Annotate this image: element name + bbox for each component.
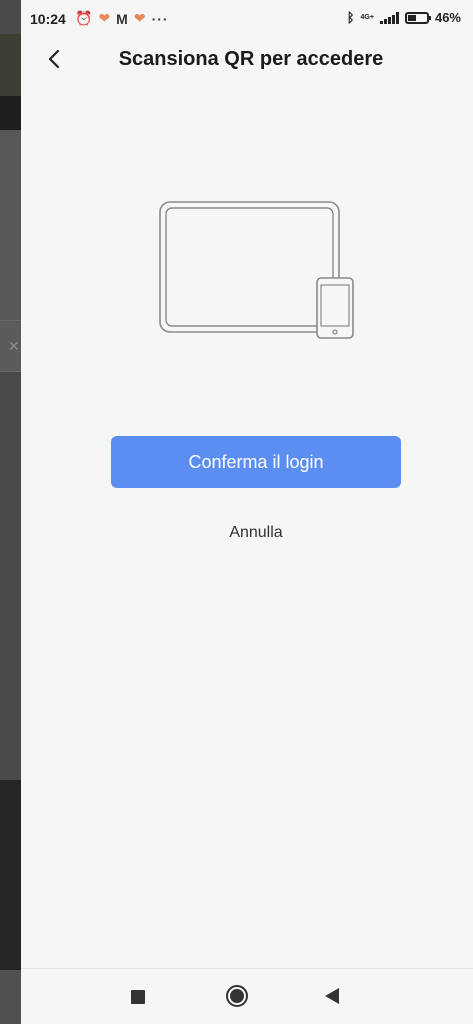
battery-icon [404, 11, 431, 24]
more-icon: ··· [151, 10, 169, 27]
login-panel [21, 0, 473, 1024]
status-time: 10:24 [30, 11, 66, 27]
recents-icon[interactable] [131, 990, 145, 1004]
background-page-edge: ✕ [0, 0, 21, 1024]
heart-icon: ❤ [98, 10, 111, 26]
heart-icon: ❤ [133, 10, 146, 26]
battery-percent: 46% [434, 10, 461, 25]
gmail-icon: M [116, 10, 128, 27]
network-type: 4G+ [360, 14, 374, 21]
screen: ✕ 10:24 ⏰ ❤ M ❤ ··· ᛒ 4G+ 46% Scansiona … [0, 0, 473, 1024]
signal-icon [379, 11, 399, 24]
cancel-button[interactable]: Annulla [111, 524, 401, 542]
system-icons: ᛒ 4G+ 46% [347, 10, 461, 25]
notification-icons: ⏰ ❤ M ❤ ··· [75, 10, 169, 27]
home-icon[interactable] [226, 985, 248, 1007]
back-icon[interactable] [325, 988, 339, 1004]
close-icon: ✕ [8, 338, 20, 354]
battery-fill [407, 14, 416, 21]
confirm-login-button[interactable]: Conferma il login [111, 436, 401, 488]
page-title: Scansiona QR per accedere [118, 48, 384, 70]
status-bar: 10:24 ⏰ ❤ M ❤ ··· ᛒ 4G+ 46% [0, 0, 473, 38]
tablet-and-phone-icon [159, 201, 354, 339]
bluetooth-icon: ᛒ [346, 10, 355, 25]
alarm-icon: ⏰ [75, 10, 93, 26]
header: Scansiona QR per accedere [21, 40, 473, 80]
navigation-bar [21, 968, 473, 1024]
